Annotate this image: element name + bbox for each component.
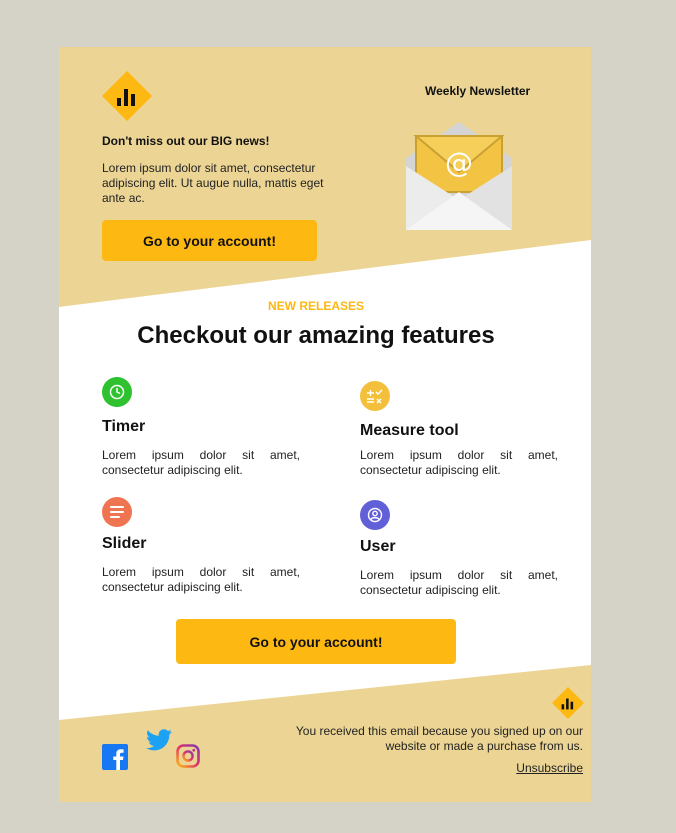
user-icon	[360, 500, 390, 530]
go-to-account-button[interactable]: Go to your account!	[102, 220, 317, 261]
measure-tool-icon	[360, 381, 390, 411]
brand-logo	[102, 71, 152, 121]
feature-desc-measure-tool: Lorem ipsum dolor sit amet, consectetur …	[360, 448, 558, 477]
intro-text: Lorem ipsum dolor sit amet, consectetur …	[102, 161, 324, 205]
feature-name-timer: Timer	[102, 418, 146, 435]
headline: Don't miss out our BIG news!	[102, 134, 270, 148]
slider-lines-icon	[102, 497, 132, 527]
feature-name-measure-tool: Measure tool	[360, 422, 459, 439]
facebook-icon[interactable]	[102, 744, 128, 770]
feature-desc-slider: Lorem ipsum dolor sit amet, consectetur …	[102, 565, 300, 594]
newsletter-title: Weekly Newsletter	[425, 84, 531, 98]
clock-icon	[102, 377, 132, 407]
envelope-icon: @	[406, 122, 512, 230]
svg-text:@: @	[445, 146, 473, 179]
footer-notice: You received this email because you sign…	[295, 724, 583, 753]
feature-name-user: User	[360, 538, 396, 555]
section-label: NEW RELEASES	[267, 299, 364, 313]
feature-desc-timer: Lorem ipsum dolor sit amet, consectetur …	[102, 448, 300, 477]
feature-name-slider: Slider	[102, 535, 147, 552]
instagram-icon[interactable]	[176, 744, 200, 768]
unsubscribe-link[interactable]: Unsubscribe	[459, 761, 583, 775]
newsletter-card: Don't miss out our BIG news! Lorem ipsum…	[59, 47, 591, 802]
brand-logo-footer	[552, 687, 584, 719]
feature-desc-user: Lorem ipsum dolor sit amet, consectetur …	[360, 568, 558, 597]
section-title: Checkout our amazing features	[137, 322, 495, 349]
go-to-account-button-secondary[interactable]: Go to your account!	[176, 619, 456, 664]
twitter-icon[interactable]	[146, 727, 172, 753]
